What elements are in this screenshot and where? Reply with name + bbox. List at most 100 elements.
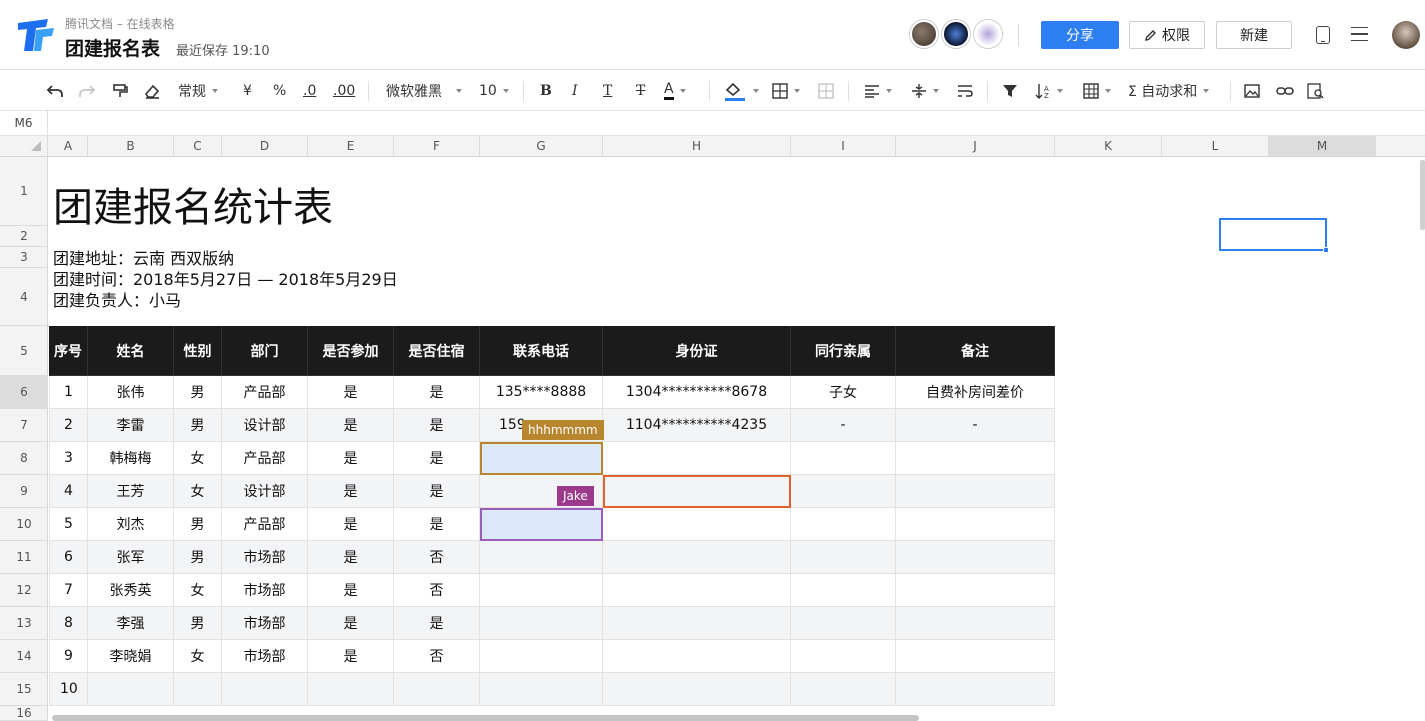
active-cell-selection[interactable] bbox=[1219, 218, 1327, 251]
tencent-docs-logo-icon[interactable] bbox=[16, 17, 56, 53]
table-cell-remarks[interactable] bbox=[896, 640, 1055, 673]
table-cell-dept[interactable]: 市场部 bbox=[222, 574, 308, 607]
row-header-4[interactable]: 4 bbox=[0, 268, 48, 326]
table-cell-attend[interactable]: 是 bbox=[308, 409, 394, 442]
table-cell-phone[interactable] bbox=[480, 574, 603, 607]
table-format-button[interactable] bbox=[1083, 81, 1111, 101]
column-header-g[interactable]: G bbox=[480, 136, 603, 156]
table-cell-name[interactable]: 韩梅梅 bbox=[88, 442, 174, 475]
row-header-9[interactable]: 9 bbox=[0, 475, 48, 508]
table-cell-gender[interactable]: 男 bbox=[174, 508, 222, 541]
table-header-id-card[interactable]: 身份证 bbox=[603, 326, 791, 376]
column-header-f[interactable]: F bbox=[394, 136, 480, 156]
table-cell-lodging[interactable]: 否 bbox=[394, 541, 480, 574]
table-cell-id-card[interactable]: 1104**********4235 bbox=[603, 409, 791, 442]
table-header-gender[interactable]: 性别 bbox=[174, 326, 222, 376]
table-cell-dept[interactable]: 市场部 bbox=[222, 541, 308, 574]
bold-button[interactable]: B bbox=[540, 81, 552, 101]
font-color-button[interactable]: A bbox=[664, 81, 686, 101]
vertical-align-button[interactable] bbox=[911, 81, 939, 101]
table-header-attend[interactable]: 是否参加 bbox=[308, 326, 394, 376]
table-cell-name[interactable]: 李晓娟 bbox=[88, 640, 174, 673]
undo-icon[interactable] bbox=[46, 81, 64, 101]
table-cell-index[interactable]: 9 bbox=[49, 640, 88, 673]
strikethrough-button[interactable]: T bbox=[636, 81, 645, 101]
clear-format-icon[interactable] bbox=[143, 81, 161, 101]
table-cell-dept[interactable]: 市场部 bbox=[222, 607, 308, 640]
table-cell-index[interactable]: 10 bbox=[49, 673, 88, 706]
table-cell-index[interactable]: 8 bbox=[49, 607, 88, 640]
table-cell-lodging[interactable]: 是 bbox=[394, 607, 480, 640]
table-cell-name[interactable]: 李雷 bbox=[88, 409, 174, 442]
table-cell-lodging[interactable]: 否 bbox=[394, 574, 480, 607]
table-cell-id-card[interactable] bbox=[603, 574, 791, 607]
currency-button[interactable]: ¥ bbox=[243, 81, 252, 101]
italic-button[interactable]: I bbox=[572, 81, 578, 101]
table-cell-id-card[interactable] bbox=[603, 541, 791, 574]
new-document-button[interactable]: 新建 bbox=[1216, 21, 1292, 49]
table-cell-name[interactable]: 张军 bbox=[88, 541, 174, 574]
filter-icon[interactable] bbox=[1002, 81, 1018, 101]
merge-cells-icon[interactable] bbox=[818, 81, 834, 101]
table-cell-attend[interactable]: 是 bbox=[308, 475, 394, 508]
column-header-j[interactable]: J bbox=[896, 136, 1055, 156]
row-header-12[interactable]: 12 bbox=[0, 574, 48, 607]
select-all-corner[interactable] bbox=[0, 136, 48, 156]
table-cell-dept[interactable]: 设计部 bbox=[222, 409, 308, 442]
row-header-11[interactable]: 11 bbox=[0, 541, 48, 574]
share-button[interactable]: 分享 bbox=[1041, 21, 1119, 49]
row-header-15[interactable]: 15 bbox=[0, 673, 48, 706]
horizontal-scrollbar[interactable] bbox=[52, 715, 919, 721]
column-header-a[interactable]: A bbox=[49, 136, 88, 156]
name-box[interactable]: M6 bbox=[0, 111, 48, 135]
format-painter-icon[interactable] bbox=[111, 81, 129, 101]
table-cell-relatives[interactable] bbox=[791, 574, 896, 607]
table-cell-id-card[interactable] bbox=[603, 673, 791, 706]
row-header-6[interactable]: 6 bbox=[0, 376, 48, 409]
table-cell-attend[interactable]: 是 bbox=[308, 541, 394, 574]
table-header-lodging[interactable]: 是否住宿 bbox=[394, 326, 480, 376]
table-cell-index[interactable]: 2 bbox=[49, 409, 88, 442]
table-cell-relatives[interactable]: 子女 bbox=[791, 376, 896, 409]
number-format-dropdown[interactable]: 常规 bbox=[178, 81, 218, 101]
table-cell-id-card[interactable] bbox=[603, 508, 791, 541]
decimal-decrease-button[interactable]: .0 bbox=[303, 81, 316, 101]
table-cell-remarks[interactable] bbox=[896, 541, 1055, 574]
table-cell-phone[interactable]: 135****8888 bbox=[480, 376, 603, 409]
table-cell-lodging[interactable]: 否 bbox=[394, 640, 480, 673]
table-cell-name[interactable]: 王芳 bbox=[88, 475, 174, 508]
table-cell-relatives[interactable] bbox=[791, 475, 896, 508]
table-header-phone[interactable]: 联系电话 bbox=[480, 326, 603, 376]
collaborator-avatar[interactable] bbox=[974, 20, 1002, 48]
table-cell-gender[interactable] bbox=[174, 673, 222, 706]
row-header-8[interactable]: 8 bbox=[0, 442, 48, 475]
insert-link-icon[interactable] bbox=[1276, 81, 1294, 101]
column-header-i[interactable]: I bbox=[791, 136, 896, 156]
table-cell-phone[interactable] bbox=[480, 607, 603, 640]
table-cell-gender[interactable]: 男 bbox=[174, 409, 222, 442]
table-cell-index[interactable]: 4 bbox=[49, 475, 88, 508]
collaborator-avatar[interactable] bbox=[942, 20, 970, 48]
table-cell-lodging[interactable]: 是 bbox=[394, 442, 480, 475]
table-cell-lodging[interactable]: 是 bbox=[394, 475, 480, 508]
row-header-5[interactable]: 5 bbox=[0, 326, 48, 376]
table-cell-gender[interactable]: 男 bbox=[174, 376, 222, 409]
font-family-dropdown[interactable]: 微软雅黑 bbox=[386, 81, 462, 101]
row-header-7[interactable]: 7 bbox=[0, 409, 48, 442]
menu-icon[interactable] bbox=[1351, 27, 1368, 41]
column-header-m[interactable]: M bbox=[1269, 136, 1376, 156]
find-icon[interactable] bbox=[1307, 81, 1325, 101]
underline-button[interactable]: T bbox=[603, 81, 612, 101]
row-header-10[interactable]: 10 bbox=[0, 508, 48, 541]
table-header-remarks[interactable]: 备注 bbox=[896, 326, 1055, 376]
table-cell-relatives[interactable] bbox=[791, 442, 896, 475]
table-cell-dept[interactable]: 设计部 bbox=[222, 475, 308, 508]
borders-button[interactable] bbox=[772, 81, 800, 101]
table-cell-id-card[interactable] bbox=[603, 442, 791, 475]
row-header-3[interactable]: 3 bbox=[0, 247, 48, 268]
table-cell-remarks[interactable]: - bbox=[896, 409, 1055, 442]
table-cell-remarks[interactable] bbox=[896, 574, 1055, 607]
table-cell-remarks[interactable] bbox=[896, 673, 1055, 706]
table-cell-name[interactable] bbox=[88, 673, 174, 706]
table-cell-relatives[interactable]: - bbox=[791, 409, 896, 442]
